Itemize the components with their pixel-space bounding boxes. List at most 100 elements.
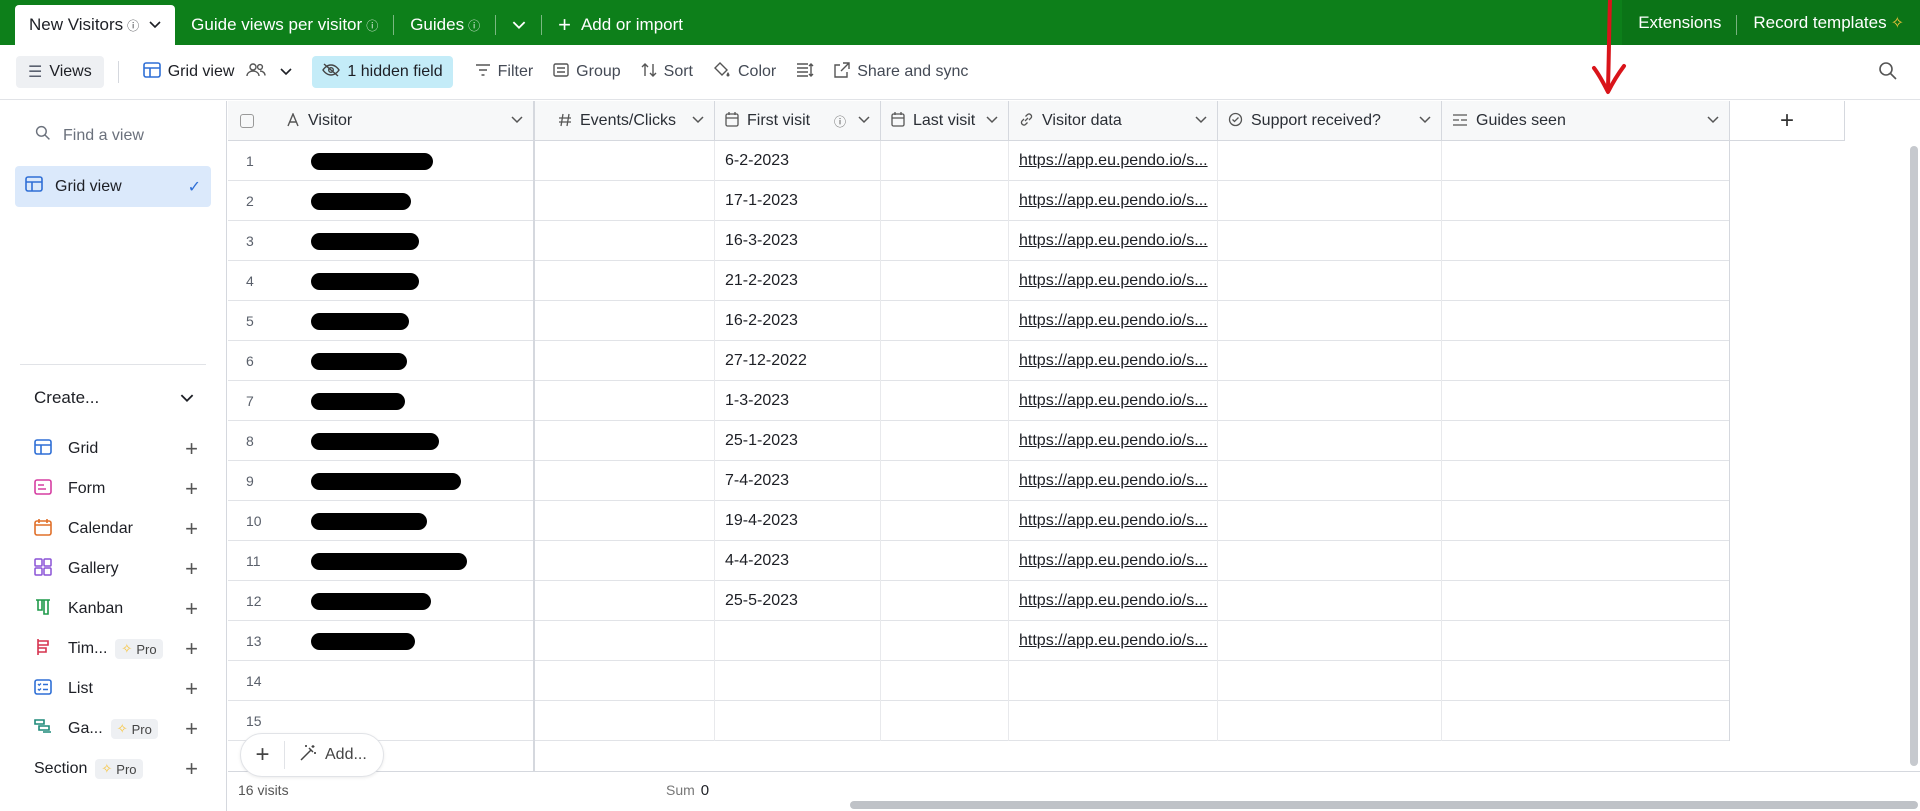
guides-seen-cell[interactable] bbox=[1442, 581, 1730, 621]
all-tables-dropdown[interactable] bbox=[496, 5, 543, 45]
table-row[interactable]: 4 21-2-2023 https://app.eu.pendo.io/s... bbox=[228, 261, 1730, 301]
create-item-form[interactable]: Form + bbox=[34, 469, 198, 509]
vertical-scrollbar[interactable] bbox=[1910, 146, 1918, 766]
visitor-cell[interactable] bbox=[276, 221, 533, 261]
events-clicks-cell[interactable] bbox=[548, 661, 715, 701]
visitor-data-link[interactable]: https://app.eu.pendo.io/s... bbox=[1019, 472, 1208, 490]
last-visit-cell[interactable] bbox=[881, 541, 1009, 581]
visitor-data-link[interactable]: https://app.eu.pendo.io/s... bbox=[1019, 552, 1208, 570]
last-visit-cell[interactable] bbox=[881, 221, 1009, 261]
visitor-cell[interactable] bbox=[276, 341, 533, 381]
tab-new-visitors[interactable]: New Visitors ⓘ bbox=[15, 5, 176, 45]
info-icon[interactable]: ⓘ bbox=[468, 17, 480, 34]
guides-seen-cell[interactable] bbox=[1442, 421, 1730, 461]
first-visit-cell[interactable]: 27-12-2022 bbox=[715, 341, 881, 381]
support-received-cell[interactable] bbox=[1218, 301, 1442, 341]
visitor-data-link[interactable]: https://app.eu.pendo.io/s... bbox=[1019, 352, 1208, 370]
visitor-data-cell[interactable]: https://app.eu.pendo.io/s... bbox=[1009, 461, 1218, 501]
grid-view-switcher[interactable]: Grid view bbox=[133, 56, 303, 88]
visitor-data-cell[interactable]: https://app.eu.pendo.io/s... bbox=[1009, 541, 1218, 581]
events-clicks-cell[interactable] bbox=[548, 221, 715, 261]
first-visit-cell[interactable]: 25-1-2023 bbox=[715, 421, 881, 461]
plus-icon[interactable]: + bbox=[185, 476, 198, 502]
chevron-down-icon[interactable] bbox=[1195, 115, 1207, 127]
last-visit-cell[interactable] bbox=[881, 701, 1009, 741]
visitor-data-link[interactable]: https://app.eu.pendo.io/s... bbox=[1019, 632, 1208, 650]
last-visit-cell[interactable] bbox=[881, 261, 1009, 301]
visitor-data-link[interactable]: https://app.eu.pendo.io/s... bbox=[1019, 152, 1208, 170]
add-record-button[interactable]: + bbox=[241, 741, 285, 769]
guides-seen-cell[interactable] bbox=[1442, 221, 1730, 261]
visitor-cell[interactable] bbox=[276, 541, 533, 581]
plus-icon[interactable]: + bbox=[185, 676, 198, 702]
support-received-cell[interactable] bbox=[1218, 541, 1442, 581]
guides-seen-cell[interactable] bbox=[1442, 141, 1730, 181]
visitor-cell[interactable] bbox=[276, 261, 533, 301]
first-visit-cell[interactable]: 6-2-2023 bbox=[715, 141, 881, 181]
plus-icon[interactable]: + bbox=[185, 436, 198, 462]
table-row[interactable]: 1 6-2-2023 https://app.eu.pendo.io/s... bbox=[228, 141, 1730, 181]
last-visit-cell[interactable] bbox=[881, 341, 1009, 381]
events-clicks-cell[interactable] bbox=[548, 381, 715, 421]
last-visit-cell[interactable] bbox=[881, 381, 1009, 421]
plus-icon[interactable]: + bbox=[185, 556, 198, 582]
create-item-kanban[interactable]: Kanban + bbox=[34, 589, 198, 629]
last-visit-cell[interactable] bbox=[881, 181, 1009, 221]
first-visit-cell[interactable]: 16-2-2023 bbox=[715, 301, 881, 341]
info-icon[interactable]: ⓘ bbox=[834, 113, 846, 130]
support-received-cell[interactable] bbox=[1218, 141, 1442, 181]
record-templates-button[interactable]: Record templates ✧ bbox=[1737, 13, 1920, 33]
events-clicks-cell[interactable] bbox=[548, 341, 715, 381]
plus-icon[interactable]: + bbox=[185, 596, 198, 622]
plus-icon[interactable]: + bbox=[185, 516, 198, 542]
events-clicks-cell[interactable] bbox=[548, 701, 715, 741]
table-row[interactable]: 14 bbox=[228, 661, 1730, 701]
guides-seen-cell[interactable] bbox=[1442, 661, 1730, 701]
extensions-button[interactable]: Extensions bbox=[1622, 13, 1738, 35]
chevron-down-icon[interactable] bbox=[149, 18, 161, 32]
row-height-button[interactable] bbox=[786, 56, 824, 88]
visitor-cell[interactable] bbox=[276, 461, 533, 501]
create-section-toggle[interactable]: Create... bbox=[34, 388, 194, 408]
events-clicks-cell[interactable] bbox=[548, 181, 715, 221]
support-received-cell[interactable] bbox=[1218, 461, 1442, 501]
last-visit-cell[interactable] bbox=[881, 301, 1009, 341]
visitor-cell[interactable] bbox=[276, 581, 533, 621]
events-clicks-cell[interactable] bbox=[548, 541, 715, 581]
add-or-import-button[interactable]: + Add or import bbox=[542, 5, 699, 45]
support-received-cell[interactable] bbox=[1218, 621, 1442, 661]
chevron-down-icon[interactable] bbox=[1707, 115, 1719, 127]
create-item-calendar[interactable]: Calendar + bbox=[34, 509, 198, 549]
support-received-cell[interactable] bbox=[1218, 261, 1442, 301]
first-visit-cell[interactable]: 7-4-2023 bbox=[715, 461, 881, 501]
guides-seen-cell[interactable] bbox=[1442, 261, 1730, 301]
create-item-section[interactable]: Section ✧ Pro + bbox=[34, 749, 198, 789]
color-button[interactable]: Color bbox=[703, 56, 786, 88]
support-received-cell[interactable] bbox=[1218, 501, 1442, 541]
visitor-cell[interactable] bbox=[276, 661, 533, 701]
visitor-cell[interactable] bbox=[276, 301, 533, 341]
last-visit-cell[interactable] bbox=[881, 581, 1009, 621]
support-received-cell[interactable] bbox=[1218, 181, 1442, 221]
visitor-data-cell[interactable]: https://app.eu.pendo.io/s... bbox=[1009, 381, 1218, 421]
create-item-timeline[interactable]: Tim... ✧ Pro + bbox=[34, 629, 198, 669]
events-clicks-cell[interactable] bbox=[548, 421, 715, 461]
find-view-input[interactable]: Find a view bbox=[35, 125, 144, 146]
visitor-data-link[interactable]: https://app.eu.pendo.io/s... bbox=[1019, 312, 1208, 330]
visitor-data-link[interactable]: https://app.eu.pendo.io/s... bbox=[1019, 392, 1208, 410]
column-header-visitor-data[interactable]: Visitor data bbox=[1009, 101, 1218, 141]
column-header-first-visit[interactable]: First visit ⓘ bbox=[715, 101, 881, 141]
visitor-data-cell[interactable]: https://app.eu.pendo.io/s... bbox=[1009, 621, 1218, 661]
plus-icon[interactable]: + bbox=[185, 716, 198, 742]
filter-button[interactable]: Filter bbox=[465, 56, 544, 88]
first-visit-cell[interactable]: 4-4-2023 bbox=[715, 541, 881, 581]
support-received-cell[interactable] bbox=[1218, 661, 1442, 701]
info-icon[interactable]: ⓘ bbox=[366, 17, 378, 34]
last-visit-cell[interactable] bbox=[881, 621, 1009, 661]
guides-seen-cell[interactable] bbox=[1442, 541, 1730, 581]
column-header-visitor[interactable]: Visitor bbox=[276, 101, 533, 141]
events-clicks-cell[interactable] bbox=[548, 141, 715, 181]
visitor-data-cell[interactable]: https://app.eu.pendo.io/s... bbox=[1009, 181, 1218, 221]
plus-icon[interactable]: + bbox=[185, 756, 198, 782]
events-clicks-cell[interactable] bbox=[548, 301, 715, 341]
